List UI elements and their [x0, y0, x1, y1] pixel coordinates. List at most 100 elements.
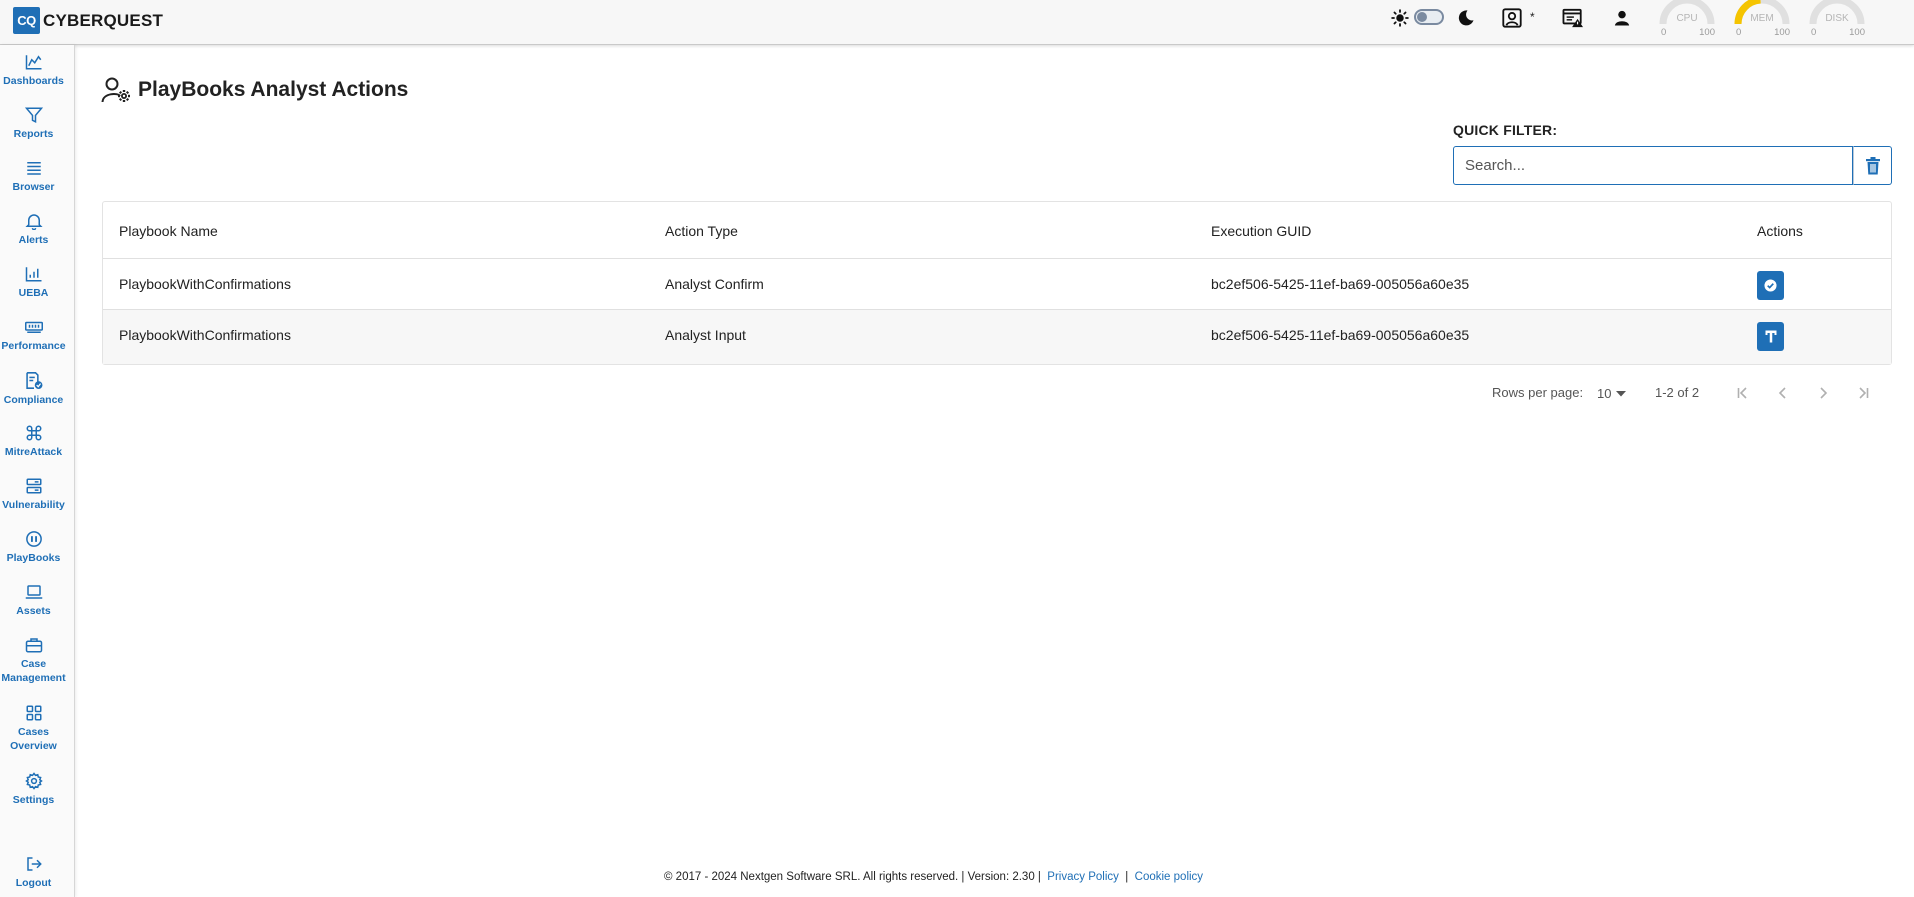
list-icon — [26, 162, 41, 175]
first-page-button[interactable] — [1732, 382, 1754, 404]
notification-marker: * — [1530, 10, 1535, 24]
page-header: PlayBooks Analyst Actions — [101, 76, 408, 104]
last-page-icon — [1859, 387, 1869, 399]
footer-separator: | — [1125, 871, 1129, 883]
cpu-gauge-max: 100 — [1699, 27, 1715, 38]
search-input[interactable] — [1453, 146, 1853, 185]
bar-chart-icon — [25, 267, 41, 282]
sidebar-item-ueba[interactable]: UEBA — [0, 265, 67, 300]
sidebar-item-settings[interactable]: Settings — [0, 772, 67, 807]
sidebar-item-dashboards[interactable]: Dashboards — [0, 53, 67, 88]
sidebar-item-label: PlayBooks — [6, 552, 61, 564]
sidebar-item-cases-overview[interactable]: Cases Overview — [0, 704, 67, 753]
page-title: PlayBooks Analyst Actions — [138, 78, 409, 101]
cpu-gauge: CPU 0 100 — [1657, 0, 1717, 40]
dark-mode-icon[interactable] — [1454, 6, 1478, 30]
system-alerts-icon[interactable] — [1561, 6, 1585, 30]
sidebar-item-reports[interactable]: Reports — [0, 106, 67, 141]
sidebar-item-label: Browser — [12, 181, 55, 193]
actions-table: Playbook Name Action Type Execution GUID… — [102, 201, 1892, 365]
sidebar-item-alerts[interactable]: Alerts — [0, 212, 67, 247]
logo-text: CYBERQUEST — [43, 10, 164, 30]
clear-filter-button[interactable] — [1853, 146, 1892, 185]
chevron-left-icon — [1778, 387, 1786, 399]
grid-icon — [26, 705, 41, 721]
sidebar-item-mitreattack[interactable]: MitreAttack — [0, 424, 67, 459]
sidebar: Dashboards Reports Browser Alerts UEBA P… — [0, 45, 75, 897]
logo-mark: CQ — [13, 7, 40, 34]
sidebar-item-compliance[interactable]: Compliance — [0, 371, 67, 407]
table-row: PlaybookWithConfirmations Analyst Input … — [103, 310, 1891, 364]
sidebar-item-label: Settings — [12, 794, 55, 806]
column-header-playbook-name[interactable]: Playbook Name — [119, 223, 218, 239]
privacy-policy-link[interactable]: Privacy Policy — [1047, 871, 1119, 883]
analyst-confirm-button[interactable] — [1757, 271, 1784, 300]
trash-icon — [1865, 156, 1880, 174]
pagination-range: 1-2 of 2 — [1655, 385, 1700, 400]
sidebar-item-label: Dashboards — [3, 75, 64, 87]
sidebar-item-playbooks[interactable]: PlayBooks — [0, 530, 67, 565]
logo[interactable]: CQ CYBERQUEST — [13, 7, 163, 34]
sidebar-item-browser[interactable]: Browser — [0, 159, 67, 194]
column-header-execution-guid[interactable]: Execution GUID — [1211, 223, 1311, 239]
column-header-actions: Actions — [1757, 223, 1803, 239]
area-chart-icon — [25, 55, 41, 70]
sidebar-item-label: Assets — [16, 605, 51, 617]
sidebar-item-label: UEBA — [18, 287, 49, 299]
chevron-down-icon — [1616, 390, 1627, 396]
sidebar-item-label: MitreAttack — [4, 446, 63, 458]
mem-gauge-max: 100 — [1774, 27, 1790, 38]
logout-label: Logout — [15, 877, 52, 889]
light-mode-icon[interactable] — [1388, 6, 1412, 30]
briefcase-icon — [25, 638, 42, 653]
rows-per-page-label: Rows per page: — [1492, 385, 1584, 400]
column-header-action-type[interactable]: Action Type — [665, 223, 738, 239]
cell-playbook-name: PlaybookWithConfirmations — [119, 276, 291, 292]
cell-action-type: Analyst Confirm — [665, 276, 764, 292]
disk-gauge-label: DISK — [1825, 13, 1849, 24]
cpu-gauge-label: CPU — [1676, 13, 1698, 24]
document-check-icon — [25, 372, 42, 389]
rows-per-page-value: 10 — [1597, 386, 1612, 401]
top-bar: CQ CYBERQUEST * CPU 0 100 MEM 0 100 DISK… — [0, 0, 1914, 45]
laptop-icon — [25, 585, 42, 599]
logout-icon — [26, 857, 42, 871]
analyst-input-button[interactable] — [1757, 322, 1784, 351]
theme-toggle[interactable] — [1414, 9, 1444, 25]
table-header: Playbook Name Action Type Execution GUID… — [103, 202, 1891, 259]
last-page-button[interactable] — [1852, 382, 1874, 404]
sidebar-item-performance[interactable]: Performance — [0, 318, 67, 353]
server-icon — [26, 478, 41, 494]
mem-gauge: MEM 0 100 — [1732, 0, 1792, 40]
copyright-text: © 2017 - 2024 Nextgen Software SRL. All … — [664, 871, 1041, 883]
previous-page-button[interactable] — [1772, 382, 1794, 404]
sidebar-item-label: Performance — [1, 340, 66, 352]
filter-icon — [24, 107, 43, 123]
sidebar-item-case-management[interactable]: Case Management — [0, 636, 67, 685]
mem-gauge-min: 0 — [1736, 27, 1742, 38]
check-circle-icon — [1764, 279, 1777, 292]
chevron-right-icon — [1820, 387, 1828, 399]
sidebar-item-label: Reports — [13, 128, 54, 140]
cell-execution-guid: bc2ef506-5425-11ef-ba69-005056a60e35 — [1211, 327, 1470, 343]
table-row: PlaybookWithConfirmations Analyst Confir… — [103, 259, 1891, 310]
cpu-gauge-min: 0 — [1661, 27, 1667, 38]
text-input-icon — [1765, 330, 1776, 343]
logout-button[interactable]: Logout — [0, 855, 67, 890]
disk-gauge-max: 100 — [1849, 27, 1865, 38]
sidebar-item-vulnerability[interactable]: Vulnerability — [0, 477, 67, 512]
footer: © 2017 - 2024 Nextgen Software SRL. All … — [664, 871, 1203, 883]
cookie-policy-link[interactable]: Cookie policy — [1135, 871, 1203, 883]
next-page-button[interactable] — [1812, 382, 1834, 404]
sidebar-item-label: Compliance — [3, 394, 64, 406]
sidebar-item-assets[interactable]: Assets — [0, 583, 67, 618]
rows-per-page-select[interactable]: 10 — [1597, 386, 1627, 401]
sidebar-item-label: Alerts — [18, 234, 49, 246]
sidebar-item-label: Case Management — [1, 658, 66, 684]
account-icon[interactable] — [1610, 6, 1634, 30]
memory-icon — [24, 321, 43, 333]
disk-gauge-min: 0 — [1811, 27, 1817, 38]
cell-execution-guid: bc2ef506-5425-11ef-ba69-005056a60e35 — [1211, 276, 1470, 292]
user-profile-icon[interactable] — [1500, 6, 1524, 30]
sidebar-item-label: Cases Overview — [10, 726, 57, 752]
